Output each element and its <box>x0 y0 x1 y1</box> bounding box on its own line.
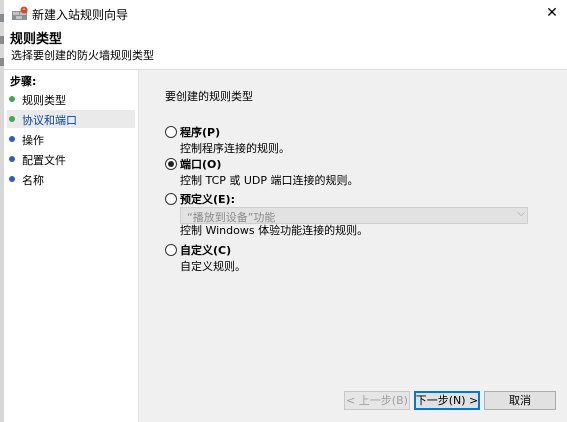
radio-custom[interactable] <box>165 244 177 256</box>
option-description: 控制 TCP 或 UDP 端口连接的规则。 <box>180 174 359 187</box>
radio-program[interactable] <box>165 126 177 138</box>
radio-predefined[interactable] <box>165 193 177 205</box>
radio-port[interactable] <box>165 158 177 170</box>
next-button[interactable]: 下一步(N) > <box>414 391 480 410</box>
back-button[interactable]: < 上一步(B) <box>344 391 410 410</box>
step-status-dot <box>9 176 15 182</box>
step-label: 规则类型 <box>22 94 66 107</box>
close-icon[interactable]: ✕ <box>537 0 567 27</box>
page-title: 规则类型 <box>10 32 63 47</box>
step-status-dot <box>9 156 15 162</box>
wizard-header: 规则类型 选择要创建的防火墙规则类型 <box>4 27 567 70</box>
steps-title: 步骤: <box>10 75 37 88</box>
title-bar: 新建入站规则向导 ✕ <box>4 0 567 27</box>
step-status-dot <box>9 96 15 102</box>
option-label: 自定义(C) <box>180 244 232 257</box>
main-panel: 要创建的规则类型 程序(P) 控制程序连接的规则。 端口(O) 控制 TCP 或… <box>139 70 567 422</box>
step-action[interactable]: 操作 <box>7 130 135 148</box>
step-label: 操作 <box>22 134 44 147</box>
step-profile[interactable]: 配置文件 <box>7 150 135 168</box>
step-label: 名称 <box>22 174 44 187</box>
step-status-dot <box>9 136 15 142</box>
window-title: 新建入站规则向导 <box>32 8 129 22</box>
option-label: 预定义(E): <box>180 193 235 206</box>
rule-type-prompt: 要创建的规则类型 <box>165 90 253 103</box>
chevron-down-icon: ⌵ <box>517 208 525 219</box>
step-label: 配置文件 <box>22 154 66 167</box>
option-label: 端口(O) <box>180 158 222 171</box>
predefined-select-value: “播放到设备”功能 <box>187 211 276 224</box>
step-status-dot <box>9 116 15 122</box>
steps-panel: 步骤: 规则类型 协议和端口 操作 配置文件 名称 <box>4 70 139 422</box>
option-description: 控制程序连接的规则。 <box>180 142 290 155</box>
step-label: 协议和端口 <box>22 114 77 127</box>
option-label: 程序(P) <box>180 126 221 139</box>
step-protocol-port[interactable]: 协议和端口 <box>7 110 135 128</box>
option-description: 自定义规则。 <box>180 260 246 273</box>
cancel-button[interactable]: 取消 <box>484 391 556 410</box>
wizard-window: 新建入站规则向导 ✕ 规则类型 选择要创建的防火墙规则类型 步骤: 规则类型 协… <box>4 0 567 422</box>
predefined-select[interactable]: “播放到设备”功能 ⌵ <box>180 207 528 224</box>
page-subtitle: 选择要创建的防火墙规则类型 <box>11 49 154 62</box>
step-rule-type[interactable]: 规则类型 <box>7 90 135 108</box>
firewall-wizard-icon <box>12 6 28 20</box>
step-name[interactable]: 名称 <box>7 170 135 188</box>
